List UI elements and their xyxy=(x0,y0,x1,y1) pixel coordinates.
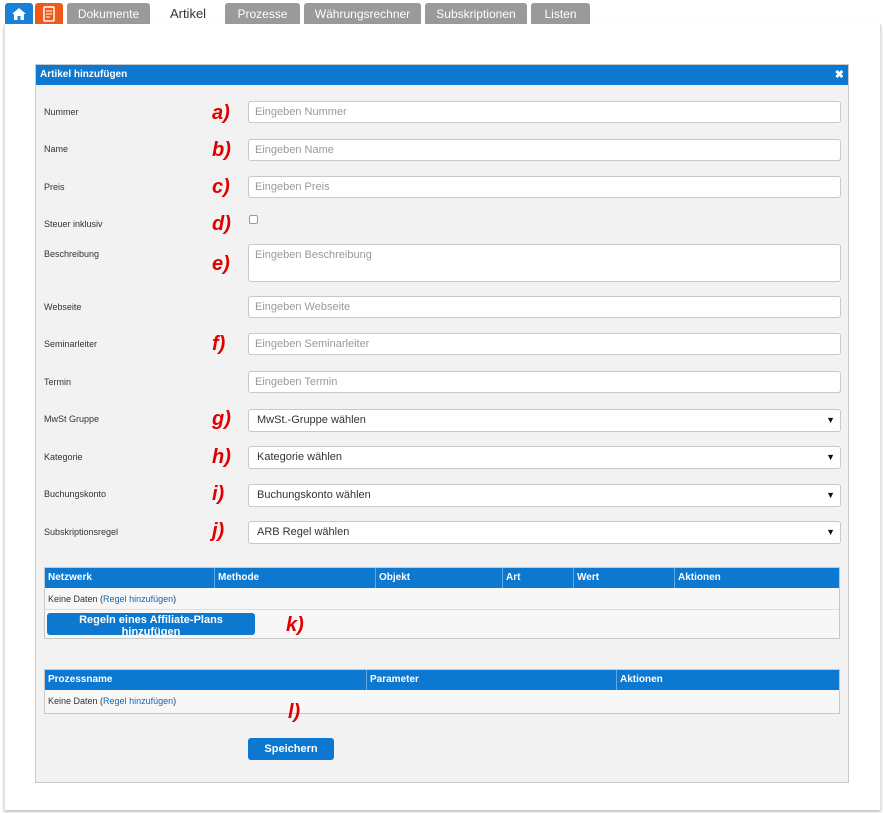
label-seminarleiter: Seminarleiter xyxy=(44,339,98,349)
tab-listen[interactable]: Listen xyxy=(531,3,590,25)
annotation-e: e) xyxy=(212,253,230,275)
annotation-c: c) xyxy=(212,176,230,198)
subskriptionsregel-select[interactable]: ARB Regel wählen ▼ xyxy=(248,521,841,544)
label-mwst: MwSt Gruppe xyxy=(44,414,100,424)
column-header: Objekt xyxy=(376,568,503,588)
process-table: Prozessname Parameter Aktionen Keine Dat… xyxy=(44,669,840,714)
subskriptionsregel-select-value: ARB Regel wählen xyxy=(257,526,350,538)
tab-bar: Dokumente Artikel Prozesse Währungsrechn… xyxy=(0,0,883,26)
annotation-h: h) xyxy=(212,446,231,468)
affiliate-actions: Regeln eines Affiliate-Plans hinzufügen xyxy=(45,610,839,638)
column-header: Parameter xyxy=(367,670,617,690)
annotation-k: k) xyxy=(286,614,304,636)
label-steuer: Steuer inklusiv xyxy=(44,219,103,229)
empty-row: Keine Daten (Regel hinzufügen) xyxy=(48,696,177,706)
webseite-input[interactable] xyxy=(248,296,841,318)
affiliate-rules-table: Netzwerk Methode Objekt Art Wert Aktione… xyxy=(44,567,840,639)
empty-row: Keine Daten (Regel hinzufügen) xyxy=(45,588,839,610)
empty-text: Keine Daten xyxy=(48,696,98,706)
steuer-checkbox[interactable] xyxy=(249,215,258,224)
label-nummer: Nummer xyxy=(44,107,79,117)
buchungskonto-select-value: Buchungskonto wählen xyxy=(257,489,371,501)
affiliate-table-header: Netzwerk Methode Objekt Art Wert Aktione… xyxy=(45,568,839,588)
annotation-d: d) xyxy=(212,213,231,235)
mwst-select[interactable]: MwSt.-Gruppe wählen ▼ xyxy=(248,409,841,432)
annotation-i: i) xyxy=(212,483,225,505)
chevron-down-icon: ▼ xyxy=(826,415,835,425)
document-icon[interactable] xyxy=(35,3,63,25)
annotation-a: a) xyxy=(212,102,230,124)
label-buchungskonto: Buchungskonto xyxy=(44,489,107,499)
column-header: Wert xyxy=(574,568,675,588)
label-kategorie: Kategorie xyxy=(44,452,83,462)
chevron-down-icon: ▼ xyxy=(826,452,835,462)
close-icon[interactable]: ✖ xyxy=(835,65,844,85)
panel-header: Artikel hinzufügen ✖ xyxy=(36,65,848,85)
label-preis: Preis xyxy=(44,182,65,192)
home-icon[interactable] xyxy=(5,3,33,25)
panel-title: Artikel hinzufügen xyxy=(40,69,128,80)
tab-dokumente[interactable]: Dokumente xyxy=(67,3,150,25)
tab-prozesse[interactable]: Prozesse xyxy=(225,3,300,25)
kategorie-select[interactable]: Kategorie wählen ▼ xyxy=(248,446,841,469)
chevron-down-icon: ▼ xyxy=(826,490,835,500)
column-header: Art xyxy=(503,568,574,588)
tab-subskriptionen[interactable]: Subskriptionen xyxy=(425,3,527,25)
name-input[interactable] xyxy=(248,139,841,161)
mwst-select-value: MwSt.-Gruppe wählen xyxy=(257,414,366,426)
buchungskonto-select[interactable]: Buchungskonto wählen ▼ xyxy=(248,484,841,507)
kategorie-select-value: Kategorie wählen xyxy=(257,451,343,463)
annotation-f: f) xyxy=(212,333,226,355)
column-header: Aktionen xyxy=(620,674,663,685)
chevron-down-icon: ▼ xyxy=(826,527,835,537)
beschreibung-textarea[interactable] xyxy=(248,244,841,282)
column-header: Aktionen xyxy=(678,572,721,583)
annotation-g: g) xyxy=(212,408,231,430)
seminarleiter-input[interactable] xyxy=(248,333,841,355)
empty-text: Keine Daten xyxy=(48,594,98,604)
process-table-header: Prozessname Parameter Aktionen xyxy=(45,670,839,690)
add-affiliate-plan-rules-button[interactable]: Regeln eines Affiliate-Plans hinzufügen xyxy=(47,613,255,638)
column-header: Methode xyxy=(215,568,376,588)
label-beschreibung: Beschreibung xyxy=(44,249,100,259)
column-header: Netzwerk xyxy=(45,568,215,588)
add-rule-link[interactable]: Regel hinzufügen xyxy=(103,696,173,706)
annotation-j: j) xyxy=(212,520,225,542)
add-article-panel: Artikel hinzufügen ✖ Nummer a) Name b) P… xyxy=(35,64,849,783)
tab-artikel[interactable]: Artikel xyxy=(154,2,222,26)
tab-waehrungsrechner[interactable]: Währungsrechner xyxy=(304,3,421,25)
nummer-input[interactable] xyxy=(248,101,841,123)
label-name: Name xyxy=(44,144,69,154)
label-termin: Termin xyxy=(44,377,72,387)
label-subskriptionsregel: Subskriptionsregel xyxy=(44,527,119,537)
add-rule-link[interactable]: Regel hinzufügen xyxy=(103,594,173,604)
annotation-b: b) xyxy=(212,139,231,161)
label-webseite: Webseite xyxy=(44,302,82,312)
save-button[interactable]: Speichern xyxy=(248,738,334,760)
preis-input[interactable] xyxy=(248,176,841,198)
column-header: Prozessname xyxy=(45,670,367,690)
termin-input[interactable] xyxy=(248,371,841,393)
annotation-l: l) xyxy=(288,701,301,723)
